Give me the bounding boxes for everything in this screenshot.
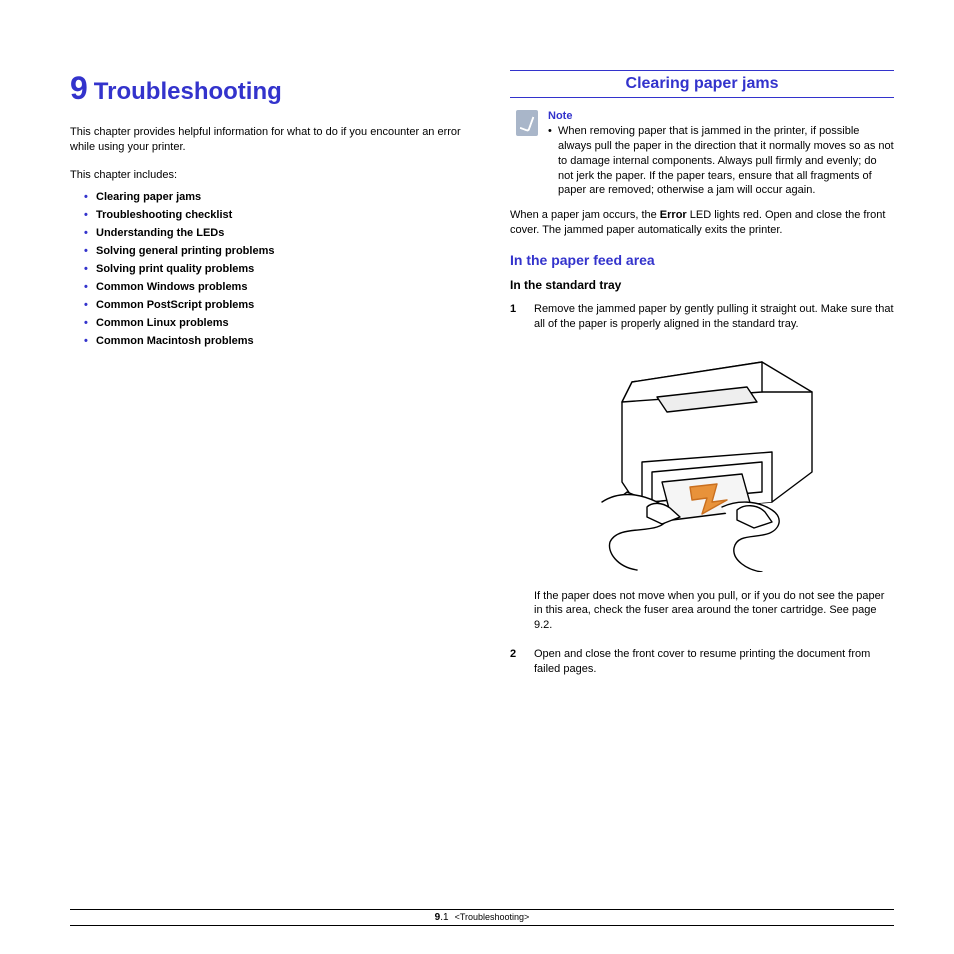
note-block: Note When removing paper that is jammed …: [510, 110, 894, 198]
toc-item[interactable]: Solving general printing problems: [84, 245, 470, 257]
toc-item[interactable]: Common Windows problems: [84, 281, 470, 293]
printer-illustration: [510, 342, 894, 575]
tray-heading: In the standard tray: [510, 278, 894, 292]
toc-item[interactable]: Understanding the LEDs: [84, 227, 470, 239]
step-1: 1 Remove the jammed paper by gently pull…: [510, 302, 894, 332]
section-heading: Clearing paper jams: [510, 70, 894, 98]
step-2: 2 Open and close the front cover to resu…: [510, 647, 894, 677]
toc-item[interactable]: Common Linux problems: [84, 317, 470, 329]
toc-item[interactable]: Clearing paper jams: [84, 191, 470, 203]
jam-para-bold: Error: [660, 209, 687, 221]
footer-sub: .1: [440, 912, 448, 923]
jam-para-pre: When a paper jam occurs, the: [510, 209, 660, 221]
chapter-number: 9: [70, 70, 88, 106]
page-footer: 9.1<Troubleshooting>: [70, 909, 894, 926]
footer-label: <Troubleshooting>: [455, 912, 530, 922]
note-text: When removing paper that is jammed in th…: [548, 124, 894, 198]
chapter-intro: This chapter provides helpful informatio…: [70, 125, 470, 155]
step-text: Open and close the front cover to resume…: [534, 647, 894, 677]
chapter-heading: 9Troubleshooting: [70, 70, 470, 107]
toc-item[interactable]: Common Macintosh problems: [84, 335, 470, 347]
left-column: 9Troubleshooting This chapter provides h…: [70, 70, 470, 687]
right-column: Clearing paper jams Note When removing p…: [510, 70, 894, 687]
step-number: 2: [510, 647, 522, 677]
toc-item[interactable]: Troubleshooting checklist: [84, 209, 470, 221]
step-number: 1: [510, 302, 522, 332]
includes-label: This chapter includes:: [70, 169, 470, 181]
note-label: Note: [548, 110, 894, 122]
step-1-after: If the paper does not move when you pull…: [534, 589, 894, 634]
chapter-toc: Clearing paper jams Troubleshooting chec…: [70, 191, 470, 347]
toc-item[interactable]: Solving print quality problems: [84, 263, 470, 275]
toc-item[interactable]: Common PostScript problems: [84, 299, 470, 311]
subsection-heading: In the paper feed area: [510, 252, 894, 268]
chapter-title: Troubleshooting: [94, 78, 282, 105]
jam-paragraph: When a paper jam occurs, the Error LED l…: [510, 208, 894, 238]
step-text: Remove the jammed paper by gently pullin…: [534, 302, 894, 332]
note-icon: [516, 110, 538, 136]
printer-svg: [562, 342, 842, 572]
